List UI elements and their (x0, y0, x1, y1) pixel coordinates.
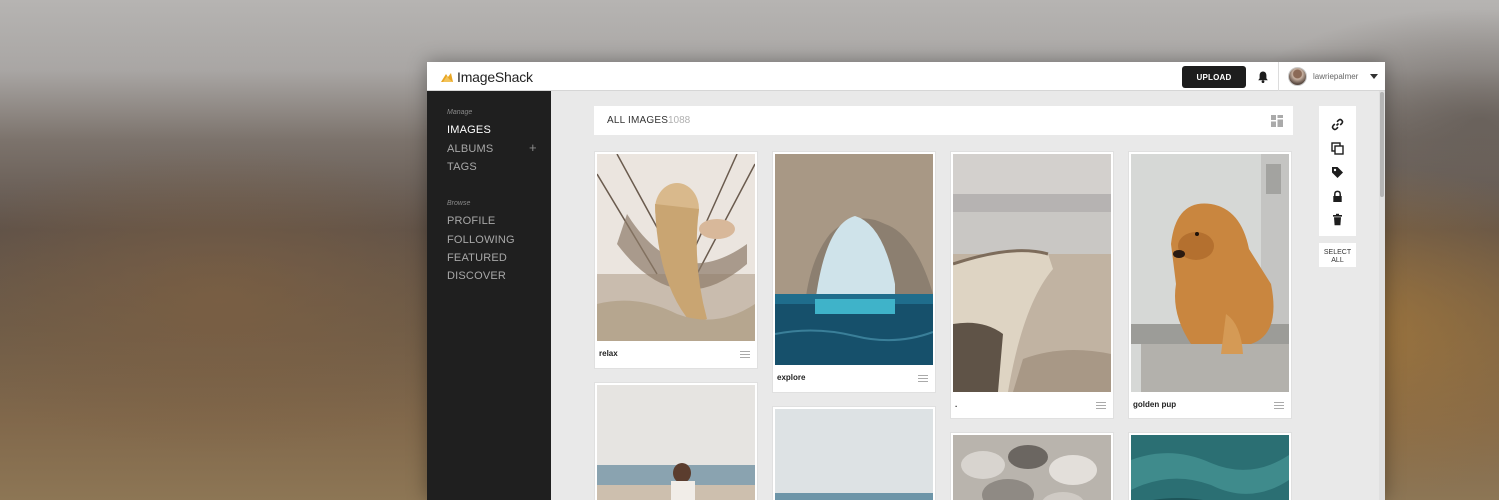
images-toolbar: ALL IMAGES 1088 (594, 106, 1293, 135)
avatar[interactable] (1288, 67, 1307, 86)
username[interactable]: lawriepalmer (1313, 72, 1358, 81)
sidebar-item-discover[interactable]: DISCOVER (447, 270, 506, 282)
trash-icon[interactable] (1331, 213, 1344, 226)
menu-icon[interactable] (918, 375, 928, 382)
logo-text: ImageShack (457, 69, 533, 85)
bulk-actions-panel (1319, 106, 1356, 236)
sidebar-item-following[interactable]: FOLLOWING (447, 234, 515, 246)
image-thumbnail[interactable] (775, 154, 933, 365)
image-card[interactable] (950, 432, 1114, 500)
image-caption: . (955, 400, 958, 409)
duplicate-icon[interactable] (1331, 142, 1344, 155)
image-count: 1088 (668, 115, 691, 126)
image-thumbnail[interactable] (1131, 154, 1289, 392)
image-card-golden-pup[interactable]: golden pup (1128, 151, 1292, 419)
menu-icon[interactable] (740, 351, 750, 358)
menu-icon[interactable] (1274, 402, 1284, 409)
image-thumbnail[interactable] (597, 154, 755, 341)
select-all-label: ALL (1331, 257, 1344, 264)
bell-icon[interactable] (1256, 70, 1270, 84)
image-caption: relax (599, 349, 618, 358)
tag-icon[interactable] (1331, 166, 1344, 179)
upload-button[interactable]: UPLOAD (1182, 66, 1246, 88)
sidebar-item-images[interactable]: IMAGES (447, 124, 491, 136)
sidebar-item-featured[interactable]: FEATURED (447, 252, 507, 264)
header-divider (1278, 62, 1279, 91)
image-thumbnail[interactable] (597, 385, 755, 500)
page-title: ALL IMAGES (607, 115, 669, 126)
grid-view-icon[interactable] (1271, 115, 1283, 127)
image-card[interactable] (772, 406, 936, 500)
image-thumbnail[interactable] (775, 409, 933, 500)
lock-icon[interactable] (1331, 190, 1344, 203)
link-icon[interactable] (1331, 118, 1344, 131)
sidebar-heading-browse: Browse (447, 200, 471, 207)
image-thumbnail[interactable] (1131, 435, 1289, 500)
image-card-relax[interactable]: relax (594, 151, 758, 369)
sidebar-item-tags[interactable]: TAGS (447, 161, 477, 173)
select-all-button[interactable]: SELECT ALL (1319, 243, 1356, 267)
image-card-dot[interactable]: . (950, 151, 1114, 419)
sidebar-item-profile[interactable]: PROFILE (447, 215, 495, 227)
image-caption: golden pup (1133, 400, 1177, 409)
image-card[interactable] (1128, 432, 1292, 500)
logo[interactable]: ImageShack (440, 69, 533, 85)
top-bar: ImageShack UPLOAD lawriepalmer (427, 62, 1385, 91)
chevron-down-icon[interactable] (1370, 74, 1378, 80)
image-card-explore[interactable]: explore (772, 151, 936, 393)
menu-icon[interactable] (1096, 402, 1106, 409)
image-thumbnail[interactable] (953, 435, 1111, 500)
image-caption: explore (777, 373, 806, 382)
sidebar-item-albums[interactable]: ALBUMS (447, 143, 493, 155)
app-window: ImageShack UPLOAD lawriepalmer Manage IM… (427, 62, 1385, 500)
sidebar: Manage IMAGES ALBUMS + TAGS Browse PROFI… (427, 91, 551, 500)
scrollbar-thumb[interactable] (1380, 92, 1384, 197)
add-album-icon[interactable]: + (529, 141, 537, 154)
sidebar-heading-manage: Manage (447, 109, 473, 116)
select-all-label: SELECT (1323, 249, 1352, 256)
imageshack-logo-icon (441, 72, 453, 82)
image-card[interactable] (594, 382, 758, 500)
image-thumbnail[interactable] (953, 154, 1111, 392)
